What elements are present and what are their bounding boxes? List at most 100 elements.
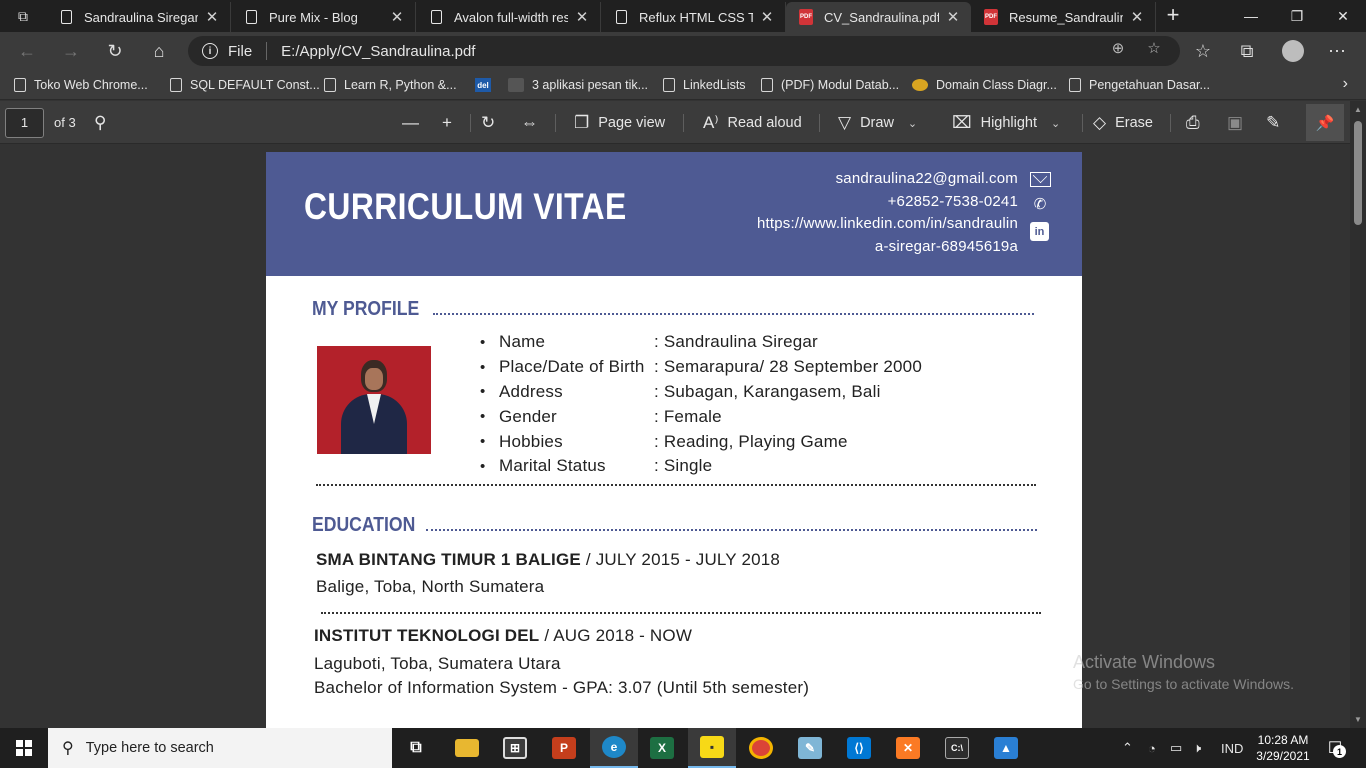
- vertical-scrollbar[interactable]: ▲ ▼: [1350, 101, 1366, 728]
- profile-avatar[interactable]: [1278, 36, 1308, 66]
- close-window-button[interactable]: ✕: [1320, 0, 1366, 32]
- tab-2[interactable]: Pure Mix - Blog ✕: [231, 2, 416, 32]
- favorite-item[interactable]: SQL DEFAULT Const...: [170, 76, 320, 94]
- add-favorite-icon[interactable]: ☆: [1144, 38, 1164, 58]
- vscode-icon[interactable]: ⟨⟩: [835, 728, 883, 768]
- battery-icon[interactable]: ▭: [1170, 728, 1182, 768]
- contact-email: sandraulina22@gmail.com: [835, 170, 1018, 187]
- favorite-item[interactable]: Learn R, Python &...: [324, 76, 457, 94]
- print-icon[interactable]: ⎙: [1186, 109, 1209, 137]
- read-aloud-button[interactable]: A⁾ Read aloud: [703, 109, 802, 137]
- close-icon[interactable]: ✕: [1129, 8, 1145, 26]
- minimize-button[interactable]: —: [1228, 0, 1274, 32]
- favorite-item[interactable]: (PDF) Modul Datab...: [761, 76, 899, 94]
- favorite-item[interactable]: Pengetahuan Dasar...: [1069, 76, 1210, 94]
- tab-6[interactable]: PDF Resume_Sandraulina.p ✕: [971, 2, 1156, 32]
- page-number-input[interactable]: 1: [5, 108, 44, 138]
- tab-1[interactable]: Sandraulina Siregar ✕: [46, 2, 231, 32]
- profile-row: • Name: Sandraulina Siregar: [480, 332, 818, 352]
- photos-icon[interactable]: ▲: [982, 728, 1030, 768]
- save-icon[interactable]: ▣: [1227, 109, 1252, 137]
- draw-icon: ▽: [838, 113, 852, 132]
- browser-window: ⧉ Sandraulina Siregar ✕ Pure Mix - Blog …: [0, 0, 1366, 768]
- excel-icon[interactable]: X: [638, 728, 686, 768]
- close-icon[interactable]: ✕: [204, 8, 220, 26]
- collections-icon[interactable]: ⧉: [1232, 36, 1262, 66]
- contact-linkedin-line2: a-siregar-68945619a: [874, 238, 1018, 255]
- pin-toolbar-icon[interactable]: 📌: [1306, 104, 1344, 141]
- profile-photo: [317, 346, 431, 454]
- more-menu-icon[interactable]: ⋯: [1322, 36, 1352, 66]
- favorite-item[interactable]: LinkedLists: [663, 76, 746, 94]
- close-icon[interactable]: ✕: [945, 8, 961, 26]
- fit-page-icon[interactable]: ⇔: [521, 109, 547, 137]
- profile-key: Name: [499, 332, 546, 352]
- favorite-item[interactable]: Toko Web Chrome...: [14, 76, 148, 94]
- notepad-icon[interactable]: ✎: [786, 728, 834, 768]
- notification-center-icon[interactable]: ☐1: [1322, 736, 1348, 760]
- restore-button[interactable]: ❐: [1274, 0, 1320, 32]
- new-tab-button[interactable]: +: [1160, 4, 1186, 28]
- favorite-item[interactable]: Domain Class Diagr...: [912, 76, 1057, 94]
- edu-2-school: INSTITUT TEKNOLOGI DEL: [314, 626, 540, 645]
- language-indicator[interactable]: IND: [1221, 728, 1243, 768]
- profile-value: : Single: [654, 456, 713, 476]
- page-view-icon: ❐: [574, 113, 590, 132]
- scroll-up-icon[interactable]: ▲: [1354, 105, 1362, 114]
- chevron-right-icon[interactable]: ›: [1343, 75, 1348, 93]
- del-logo-icon: del: [475, 78, 491, 92]
- refresh-button[interactable]: ↻: [100, 36, 130, 66]
- powerpoint-icon[interactable]: P: [540, 728, 588, 768]
- highlight-button[interactable]: ⌧ Highlight ⌄: [952, 109, 1060, 137]
- store-icon[interactable]: ⊞: [491, 728, 539, 768]
- page-view-button[interactable]: ❐ Page view: [574, 109, 665, 137]
- back-button[interactable]: ←: [12, 36, 42, 66]
- zoom-in-button[interactable]: +: [442, 109, 461, 137]
- search-icon[interactable]: ⚲: [94, 109, 115, 137]
- rotate-icon[interactable]: ↻: [481, 109, 504, 137]
- favorites-bar: Toko Web Chrome... SQL DEFAULT Const... …: [0, 70, 1366, 100]
- address-bar[interactable]: i File E:/Apply/CV_Sandraulina.pdf: [188, 36, 1180, 66]
- file-explorer-icon[interactable]: [443, 728, 491, 768]
- network-icon[interactable]: ◔: [1148, 728, 1156, 768]
- favorite-item[interactable]: 3 aplikasi pesan tik...: [508, 76, 648, 94]
- chevron-down-icon[interactable]: ⌄: [1051, 117, 1060, 130]
- info-icon[interactable]: i: [202, 43, 218, 59]
- edge-icon[interactable]: e: [590, 728, 638, 768]
- tab-actions-icon[interactable]: ⧉: [0, 0, 46, 32]
- erase-button[interactable]: ◇ Erase: [1093, 109, 1153, 137]
- address-url[interactable]: E:/Apply/CV_Sandraulina.pdf: [281, 43, 475, 60]
- home-button[interactable]: ⌂: [144, 36, 174, 66]
- zoom-out-button[interactable]: —: [402, 109, 428, 137]
- windows-logo-icon: [16, 740, 32, 756]
- toolbar-divider: [683, 114, 684, 132]
- favorite-item[interactable]: del: [475, 76, 499, 94]
- profile-row: • Marital Status: Single: [480, 456, 713, 476]
- tab-3[interactable]: Avalon full-width resp ✕: [416, 2, 601, 32]
- taskbar-search[interactable]: ⚲ Type here to search: [48, 728, 392, 768]
- save-as-icon[interactable]: ✎: [1266, 109, 1289, 137]
- scroll-thumb[interactable]: [1354, 121, 1362, 225]
- task-view-icon[interactable]: ⧉: [392, 728, 440, 768]
- chevron-down-icon[interactable]: ⌄: [908, 117, 917, 130]
- show-hidden-icons[interactable]: ⌃: [1122, 728, 1133, 768]
- favorites-icon[interactable]: ☆: [1188, 36, 1218, 66]
- chrome-icon[interactable]: [737, 728, 785, 768]
- page-icon: [663, 78, 675, 92]
- terminal-icon[interactable]: C:\: [933, 728, 981, 768]
- tab-4[interactable]: Reflux HTML CSS Tem ✕: [601, 2, 786, 32]
- clock[interactable]: 10:28 AM 3/29/2021: [1248, 732, 1318, 764]
- volume-icon[interactable]: 🕨: [1193, 728, 1201, 768]
- draw-button[interactable]: ▽ Draw ⌄: [838, 109, 917, 137]
- tab-5-active[interactable]: PDF CV_Sandraulina.pdf ✕: [786, 2, 971, 32]
- zoom-icon[interactable]: ⊕: [1108, 38, 1128, 58]
- scroll-down-icon[interactable]: ▼: [1354, 715, 1362, 724]
- start-button[interactable]: [0, 728, 48, 768]
- xampp-icon[interactable]: ✕: [884, 728, 932, 768]
- forward-button[interactable]: →: [56, 36, 86, 66]
- close-icon[interactable]: ✕: [389, 8, 405, 26]
- edu-2-program: Bachelor of Information System - GPA: 3.…: [314, 678, 810, 697]
- close-icon[interactable]: ✕: [574, 8, 590, 26]
- sticky-notes-icon[interactable]: ▪: [688, 728, 736, 768]
- close-icon[interactable]: ✕: [759, 8, 775, 26]
